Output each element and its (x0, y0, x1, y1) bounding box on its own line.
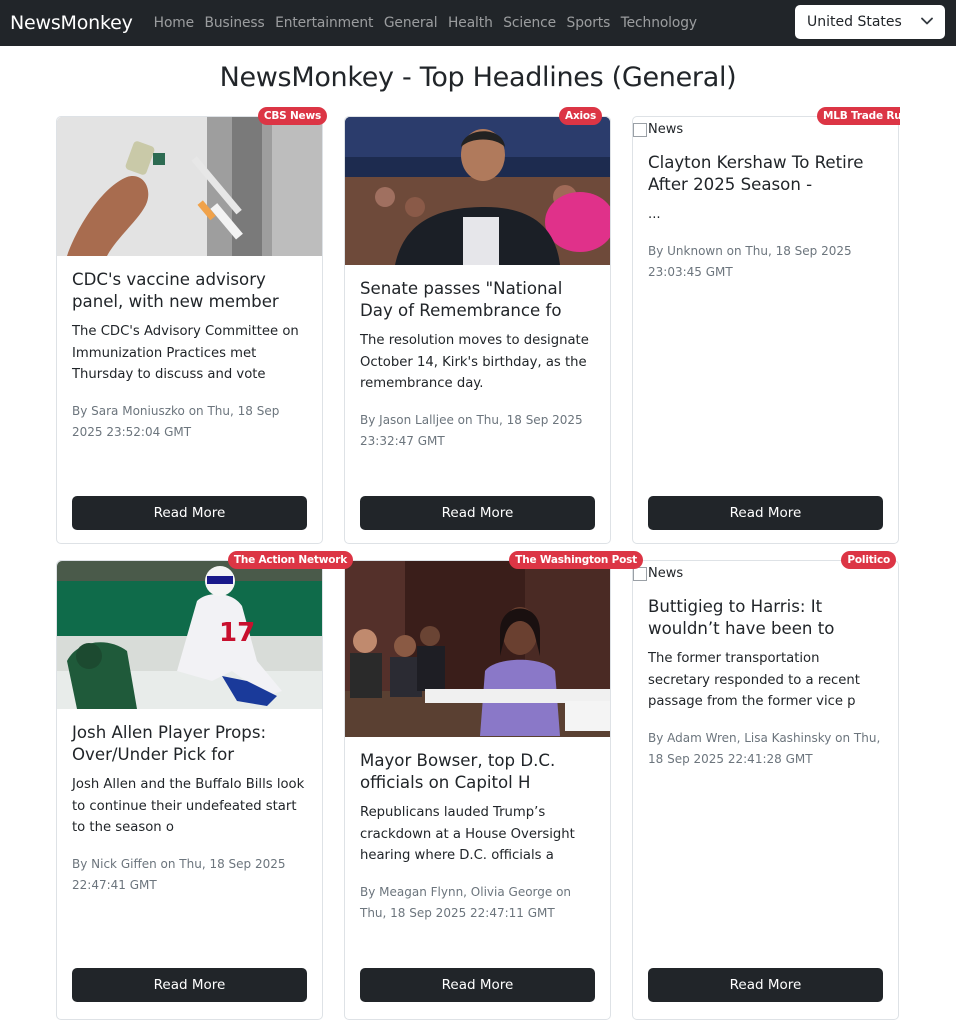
news-card: The Washington Post Mayor Bowser, top D.… (344, 551, 643, 1020)
country-select-value: United States (807, 14, 902, 30)
source-badge: MLB Trade Rum (817, 107, 900, 125)
svg-text:17: 17 (219, 618, 255, 648)
article-title: CDC's vaccine advisory panel, with new m… (72, 270, 279, 311)
read-more-button[interactable]: Read More (648, 496, 883, 530)
article-title: Clayton Kershaw To Retire After 2025 Sea… (648, 153, 864, 194)
article-description: The former transportation secretary resp… (648, 651, 860, 710)
news-card: The Action Network 17 Josh Allen Player … (56, 551, 353, 1020)
source-badge: Axios (559, 107, 602, 125)
card-body: Senate passes "National Day of Remembran… (345, 278, 610, 452)
broken-image-icon (633, 122, 647, 137)
navbar: NewsMonkey Home Business Entertainment G… (0, 0, 956, 46)
read-more-button[interactable]: Read More (360, 496, 595, 530)
article-description: ... (648, 207, 661, 222)
read-more-button[interactable]: Read More (360, 968, 595, 1002)
news-card: Axios Senate passes "National Day of Rem… (344, 107, 611, 544)
nav-link-technology[interactable]: Technology (621, 15, 697, 31)
card-body: Josh Allen Player Props: Over/Under Pick… (57, 722, 322, 896)
nav-link-health[interactable]: Health (448, 15, 493, 31)
read-more-button[interactable]: Read More (72, 496, 307, 530)
card-body: Mayor Bowser, top D.C. officials on Capi… (345, 750, 610, 924)
article-title: Josh Allen Player Props: Over/Under Pick… (72, 723, 267, 764)
read-more-button[interactable]: Read More (648, 968, 883, 1002)
source-badge: The Washington Post (509, 551, 643, 569)
news-card: MLB Trade Rum News Clayton Kershaw To Re… (632, 107, 900, 544)
article-meta: By Jason Lalljee on Thu, 18 Sep 2025 23:… (360, 412, 583, 448)
article-image (57, 117, 322, 256)
source-badge: CBS News (257, 107, 327, 125)
article-title: Buttigieg to Harris: It wouldn’t have be… (648, 597, 835, 638)
article-meta: By Adam Wren, Lisa Kashinsky on Thu, 18 … (648, 730, 881, 766)
nav-link-science[interactable]: Science (503, 15, 556, 31)
source-badge: Politico (841, 551, 896, 569)
article-description: The CDC's Advisory Committee on Immuniza… (72, 324, 299, 383)
article-meta: By Unknown on Thu, 18 Sep 2025 23:03:45 … (648, 243, 852, 279)
card-body: Clayton Kershaw To Retire After 2025 Sea… (633, 152, 898, 283)
article-meta: By Meagan Flynn, Olivia George on Thu, 1… (360, 884, 572, 920)
nav-link-business[interactable]: Business (205, 15, 265, 31)
brand-logo[interactable]: NewsMonkey (10, 12, 133, 34)
news-card: Politico News Buttigieg to Harris: It wo… (632, 551, 899, 1020)
nav-link-entertainment[interactable]: Entertainment (275, 15, 373, 31)
article-image: 17 (57, 561, 322, 709)
article-description: Josh Allen and the Buffalo Bills look to… (72, 777, 305, 836)
card-body: CDC's vaccine advisory panel, with new m… (57, 269, 322, 443)
news-card: CBS News CDC's vaccine advisory panel, w… (56, 107, 327, 544)
image-alt-text: News (648, 122, 684, 137)
page-title: NewsMonkey - Top Headlines (General) (219, 62, 737, 93)
image-alt-text: News (648, 566, 684, 581)
source-badge: The Action Network (227, 551, 353, 569)
read-more-button[interactable]: Read More (72, 968, 307, 1002)
article-title: Mayor Bowser, top D.C. officials on Capi… (360, 751, 556, 792)
nav-links: Home Business Entertainment General Heal… (154, 15, 708, 31)
article-meta: By Nick Giffen on Thu, 18 Sep 2025 22:47… (72, 856, 286, 892)
article-meta: By Sara Moniuszko on Thu, 18 Sep 2025 23… (72, 403, 280, 439)
article-image (345, 117, 610, 265)
nav-link-sports[interactable]: Sports (567, 15, 611, 31)
nav-link-general[interactable]: General (384, 15, 438, 31)
article-title: Senate passes "National Day of Remembran… (360, 279, 563, 320)
article-image (345, 561, 610, 737)
chevron-down-icon (921, 17, 933, 25)
card-body: Buttigieg to Harris: It wouldn’t have be… (633, 596, 898, 770)
nav-link-home[interactable]: Home (154, 15, 194, 31)
article-description: The resolution moves to designate Octobe… (360, 333, 589, 392)
country-select[interactable]: United States (795, 5, 945, 39)
article-description: Republicans lauded Trump’s crackdown at … (360, 805, 575, 864)
